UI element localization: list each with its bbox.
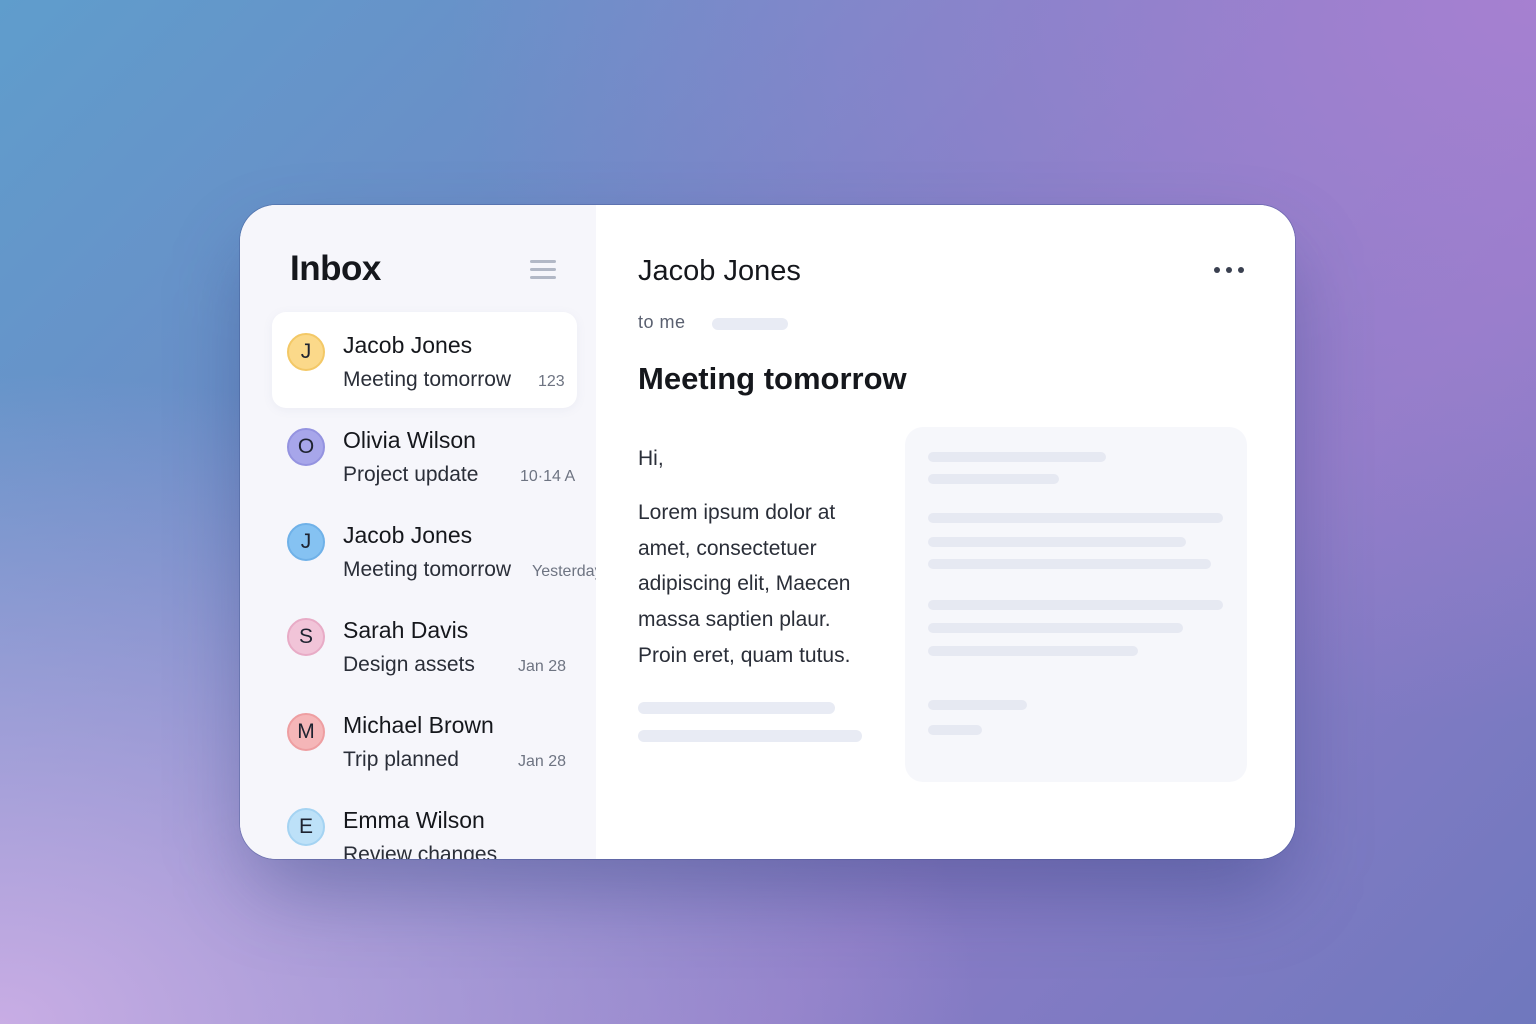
message-time: Jan 28 — [518, 658, 567, 675]
message-item-1[interactable]: J Jacob Jones Meeting tomorrow 123 — [272, 312, 577, 408]
message-body: Lorem ipsum dolor at amet, consectetuer … — [638, 501, 851, 667]
reader-subject: Meeting tomorrow — [638, 361, 907, 396]
message-item-6[interactable]: E Emma Wilson Review changes — [272, 787, 596, 859]
message-item-2[interactable]: O Olivia Wilson Project update 10·14 A — [272, 407, 596, 503]
message-greeting: Hi, — [638, 447, 664, 470]
inbox-sidebar: Inbox J Jacob Jones Meeting tomorrow 123… — [240, 205, 596, 859]
preview-placeholder-panel — [905, 427, 1247, 782]
message-time: 123 — [538, 373, 565, 390]
message-subject: Meeting tomorrow — [343, 368, 512, 391]
message-item-5[interactable]: M Michael Brown Trip planned Jan 28 — [272, 692, 596, 788]
message-subject: Trip planned — [343, 748, 459, 771]
panel-placeholder-line — [928, 725, 982, 735]
avatar: O — [287, 428, 325, 466]
message-reading-pane: Jacob Jones to me Meeting tomorrow Hi, L… — [596, 205, 1295, 859]
message-subject: Meeting tomorrow — [343, 558, 512, 581]
message-sender: Olivia Wilson — [343, 427, 476, 453]
message-time: 10·14 A — [520, 468, 576, 485]
avatar: J — [287, 333, 325, 371]
panel-placeholder-line — [928, 623, 1183, 633]
mail-app-window: Inbox J Jacob Jones Meeting tomorrow 123… — [240, 205, 1295, 859]
panel-placeholder-line — [928, 700, 1027, 710]
message-item-4[interactable]: S Sarah Davis Design assets Jan 28 — [272, 597, 596, 693]
panel-placeholder-line — [928, 646, 1138, 656]
message-sender: Jacob Jones — [343, 332, 473, 358]
inbox-title: Inbox — [290, 249, 381, 288]
message-sender: Jacob Jones — [343, 522, 473, 548]
message-sender: Sarah Davis — [343, 617, 469, 643]
message-time: Yesterday — [532, 563, 596, 580]
panel-placeholder-line — [928, 537, 1186, 547]
panel-placeholder-line — [928, 600, 1223, 610]
panel-placeholder-line — [928, 452, 1106, 462]
panel-placeholder-line — [928, 474, 1059, 484]
panel-placeholder-line — [928, 513, 1223, 523]
recipient-label: to me — [638, 312, 686, 332]
reader-sender-name: Jacob Jones — [638, 255, 801, 287]
message-subject: Design assets — [343, 653, 475, 676]
body-placeholder-line — [638, 702, 835, 714]
avatar: J — [287, 523, 325, 561]
message-subject: Review changes — [343, 843, 498, 859]
message-sender: Michael Brown — [343, 712, 494, 738]
recipient-placeholder — [712, 318, 788, 330]
message-subject: Project update — [343, 463, 479, 486]
more-horizontal-icon[interactable] — [1214, 265, 1244, 275]
message-item-3[interactable]: J Jacob Jones Meeting tomorrow Yesterday — [272, 502, 596, 598]
panel-placeholder-line — [928, 559, 1211, 569]
body-placeholder-line — [638, 730, 862, 742]
avatar: S — [287, 618, 325, 656]
hamburger-menu-icon[interactable] — [530, 260, 556, 280]
message-time: Jan 28 — [518, 753, 567, 770]
avatar: E — [287, 808, 325, 846]
message-sender: Emma Wilson — [343, 807, 485, 833]
avatar: M — [287, 713, 325, 751]
message-list: J Jacob Jones Meeting tomorrow 123 O Oli… — [272, 312, 596, 859]
